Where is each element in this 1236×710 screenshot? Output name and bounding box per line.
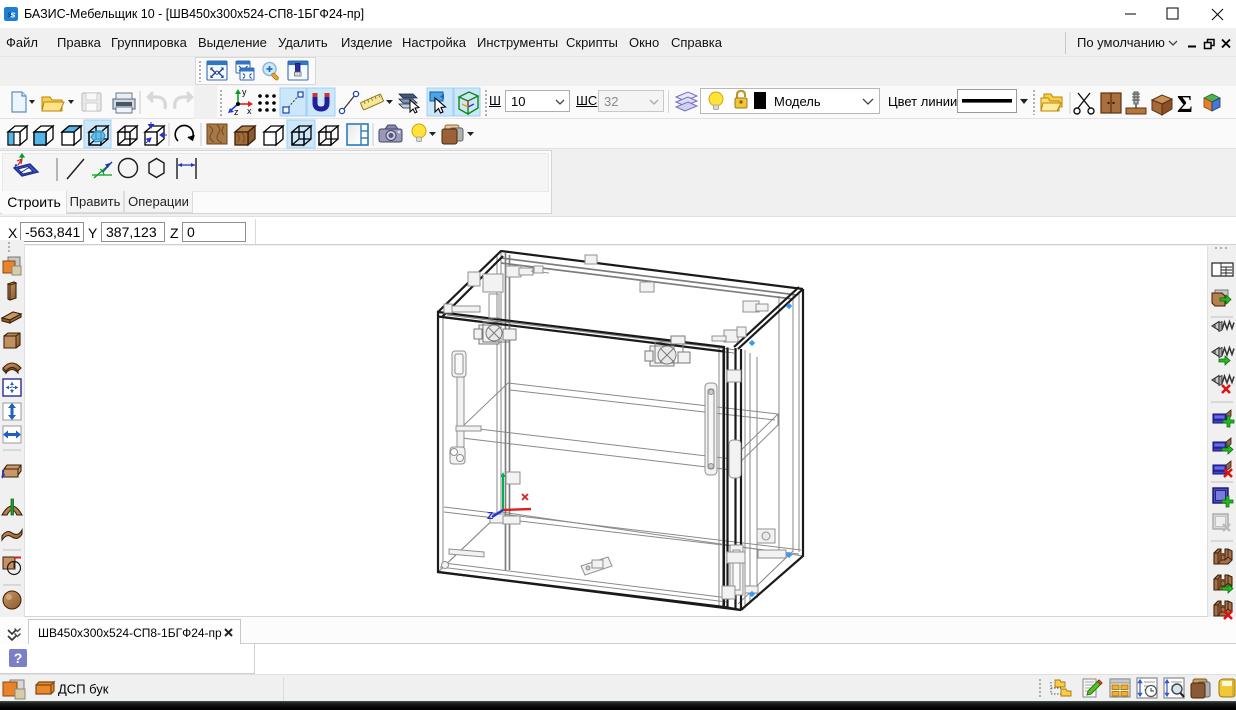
svg-text:Z: Z	[487, 511, 493, 522]
svg-text:ДСП бук: ДСП бук	[58, 682, 109, 697]
